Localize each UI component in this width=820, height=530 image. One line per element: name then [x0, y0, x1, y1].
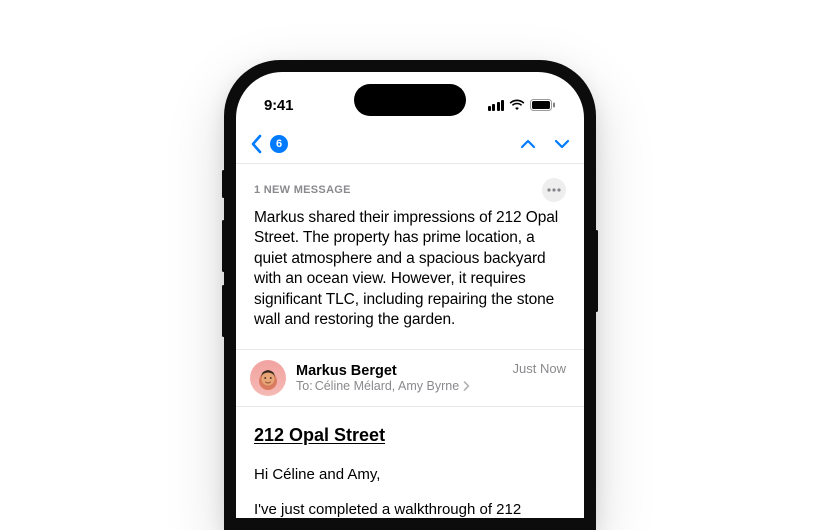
recipients-line[interactable]: To: Céline Mélard, Amy Byrne [296, 379, 503, 393]
volume-up-button [222, 220, 225, 272]
summary-text: Markus shared their impressions of 212 O… [254, 208, 566, 331]
more-options-button[interactable] [542, 178, 566, 202]
battery-icon [530, 99, 556, 111]
summary-label: 1 NEW MESSAGE [254, 184, 351, 196]
phone-screen: 9:41 [236, 72, 584, 518]
back-button[interactable]: 6 [250, 134, 288, 154]
phone-frame: 9:41 [224, 60, 596, 530]
email-subject: 212 Opal Street [254, 425, 566, 446]
email-body-line: I've just completed a walkthrough of 212 [254, 499, 566, 518]
power-button [595, 230, 598, 312]
status-time: 9:41 [264, 97, 293, 114]
to-label: To: [296, 379, 313, 393]
chevron-left-icon [250, 134, 264, 154]
unread-badge: 6 [270, 135, 288, 153]
sender-row[interactable]: Markus Berget To: Céline Mélard, Amy Byr… [236, 350, 584, 407]
message-summary-card: 1 NEW MESSAGE Markus shared their impres… [236, 164, 584, 350]
sender-name: Markus Berget [296, 363, 503, 379]
chevron-right-icon [461, 381, 470, 391]
avatar [250, 360, 286, 396]
wifi-icon [509, 99, 525, 111]
navigation-bar: 6 [236, 124, 584, 164]
recipients-names: Céline Mélard, Amy Byrne [315, 379, 460, 393]
dynamic-island [354, 84, 466, 116]
next-message-button[interactable] [554, 139, 570, 149]
volume-down-button [222, 285, 225, 337]
previous-message-button[interactable] [520, 139, 536, 149]
status-indicators [488, 99, 557, 111]
email-greeting: Hi Céline and Amy, [254, 464, 566, 485]
cellular-signal-icon [488, 100, 505, 111]
side-button [222, 170, 225, 198]
ellipsis-icon [547, 188, 561, 192]
timestamp: Just Now [513, 361, 566, 376]
email-body: 212 Opal Street Hi Céline and Amy, I've … [236, 407, 584, 518]
